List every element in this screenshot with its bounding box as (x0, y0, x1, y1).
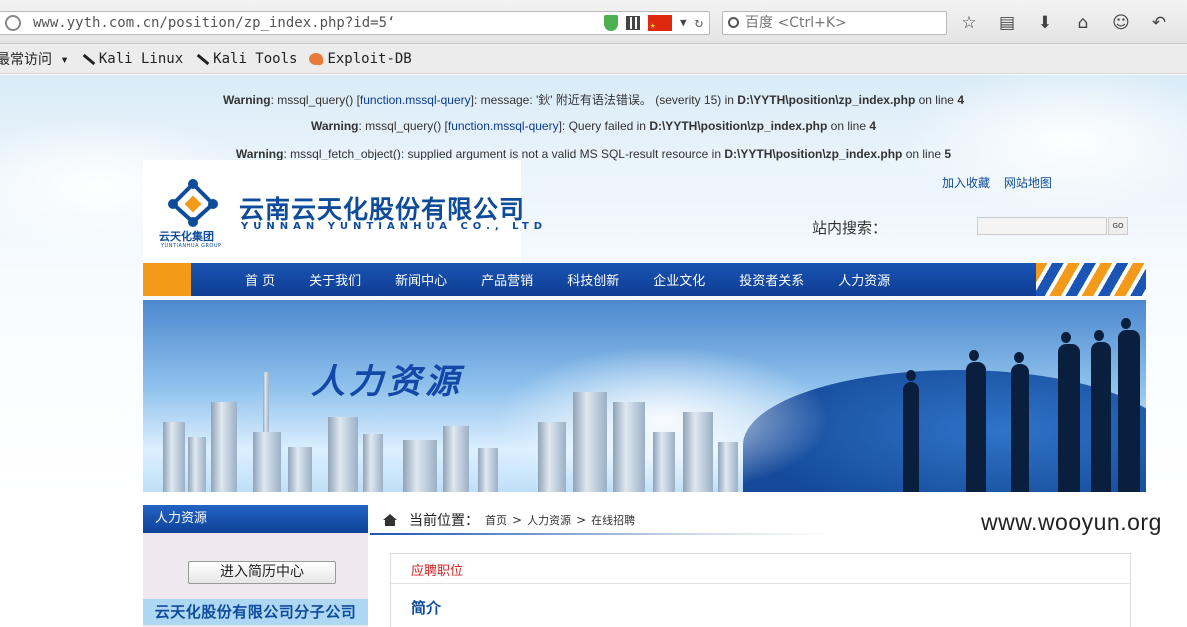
breadcrumb-underline (370, 533, 830, 535)
bookmark-label: Kali Tools (213, 50, 298, 67)
bookmark-label: 最常访问 ▾ (0, 51, 69, 68)
download-icon[interactable]: ⬇ (1034, 12, 1056, 34)
breadcrumb-separator: > (576, 513, 587, 527)
panel-subtitle: 简介 (411, 599, 442, 617)
china-flag-icon[interactable] (647, 15, 672, 37)
job-panel: 应聘职位 简介 (390, 553, 1131, 627)
subsidiary-link[interactable]: 云天化股份有限公司分子公司 (143, 599, 368, 625)
add-favorite-link[interactable]: 加入收藏 (942, 176, 990, 190)
nav-item-about[interactable]: 关于我们 (309, 270, 361, 289)
nav-item-hr[interactable]: 人力资源 (838, 270, 890, 289)
site-search-input[interactable] (977, 217, 1107, 235)
security-shield-icon[interactable] (603, 15, 618, 31)
address-bar-url: www.yyth.com.cn/position/zp_index.php?id… (33, 15, 396, 31)
search-input[interactable]: 百度 <Ctrl+K> (722, 11, 947, 35)
warning-function-link[interactable]: function.mssql-query (360, 93, 471, 107)
breadcrumb-hr[interactable]: 人力资源 (527, 512, 571, 528)
chat-icon[interactable]: ☺ (1110, 12, 1132, 34)
back-arrow-icon[interactable]: ↶ (1148, 12, 1170, 34)
php-warning: Warning: mssql_fetch_object(): supplied … (235, 147, 952, 161)
site-search-label: 站内搜索： (812, 219, 888, 237)
web-page: Warning: mssql_query() [function.mssql-q… (0, 75, 1187, 627)
company-name-en: YUNNAN YUNTIANHUA CO., LTD (241, 221, 548, 232)
nav-item-products[interactable]: 产品营销 (481, 270, 533, 289)
reload-icon[interactable]: ↻ (695, 12, 703, 34)
banner-title: 人力资源 (311, 362, 463, 402)
nav-stripes (1036, 263, 1146, 296)
panel-title: 应聘职位 (411, 564, 464, 579)
site-map-link[interactable]: 网站地图 (1004, 176, 1052, 190)
nav-item-news[interactable]: 新闻中心 (395, 270, 447, 289)
site-header: 云天化集团 YUNTIANHUA GROUP 云南云天化股份有限公司 YUNNA… (143, 160, 1146, 263)
nav-item-tech[interactable]: 科技创新 (567, 270, 619, 289)
nav-items: 首 页 关于我们 新闻中心 产品营销 科技创新 企业文化 投资者关系 人力资源 (245, 263, 924, 296)
top-links: 加入收藏 网站地图 (942, 174, 1062, 191)
kali-dragon-icon (81, 52, 95, 66)
logo-area[interactable]: 云天化集团 YUNTIANHUA GROUP 云南云天化股份有限公司 YUNNA… (143, 160, 542, 263)
warning-function-link[interactable]: function.mssql-query (448, 119, 559, 133)
reading-list-icon[interactable]: ▤ (996, 12, 1018, 34)
nav-item-culture[interactable]: 企业文化 (653, 270, 705, 289)
breadcrumb: 当前位置： 首页 > 人力资源 > 在线招聘 (383, 509, 635, 531)
bookmark-label: Exploit-DB (327, 50, 412, 67)
bookmark-star-icon[interactable]: ☆ (958, 12, 980, 34)
breadcrumb-label: 当前位置： (409, 513, 479, 529)
bookmark-kali-linux[interactable]: Kali Linux (81, 51, 183, 67)
breadcrumb-separator: > (512, 513, 523, 527)
breadcrumb-home[interactable]: 首页 (485, 512, 507, 528)
wooyun-watermark: www.wooyun.org (981, 509, 1162, 535)
hr-banner: 人力资源 (143, 300, 1146, 492)
browser-toolbar: www.yyth.com.cn/position/zp_index.php?id… (0, 0, 1187, 44)
php-warning: Warning: mssql_query() [function.mssql-q… (223, 93, 964, 107)
sidebar-heading: 人力资源 (143, 505, 368, 533)
logo-subtext: YUNTIANHUA GROUP (161, 243, 222, 249)
yuntianhua-logo-icon (168, 179, 218, 227)
nav-item-home[interactable]: 首 页 (245, 270, 275, 289)
bookmark-kali-tools[interactable]: Kali Tools (195, 51, 297, 67)
php-warning: Warning: mssql_query() [function.mssql-q… (310, 119, 877, 133)
toolbar-buttons: ☆ ▤ ⬇ ⌂ ☺ ↶ ▾ (958, 12, 1187, 34)
bookmarks-bar: 最常访问 ▾ Kali Linux Kali Tools Exploit-DB (0, 44, 1187, 74)
sidebar: 进入简历中心 云天化股份有限公司分子公司 (143, 533, 368, 627)
bookmark-label: Kali Linux (98, 50, 184, 67)
search-icon (728, 17, 739, 28)
main-nav: 首 页 关于我们 新闻中心 产品营销 科技创新 企业文化 投资者关系 人力资源 (143, 263, 1146, 296)
chevron-down-icon[interactable]: ▼ (680, 12, 687, 34)
nav-left-accent (143, 263, 191, 296)
bookmark-most-visited[interactable]: 最常访问 ▾ (0, 49, 69, 69)
breadcrumb-current: 在线招聘 (591, 514, 636, 527)
resume-center-button[interactable]: 进入简历中心 (188, 561, 336, 584)
exploit-db-icon (309, 52, 324, 65)
qr-code-icon[interactable] (625, 16, 640, 30)
panel-divider (391, 583, 1130, 584)
logo-text: 云天化集团 (159, 230, 214, 243)
search-placeholder: 百度 <Ctrl+K> (745, 15, 847, 31)
home-icon[interactable]: ⌂ (1072, 12, 1094, 34)
globe-icon (5, 15, 21, 31)
site-search-go-button[interactable]: GO (1108, 217, 1128, 235)
kali-dragon-icon (195, 52, 209, 66)
nav-item-investors[interactable]: 投资者关系 (739, 270, 804, 289)
address-bar[interactable]: www.yyth.com.cn/position/zp_index.php?id… (0, 11, 710, 37)
bookmark-exploit-db[interactable]: Exploit-DB (309, 50, 412, 67)
home-icon (383, 514, 397, 526)
